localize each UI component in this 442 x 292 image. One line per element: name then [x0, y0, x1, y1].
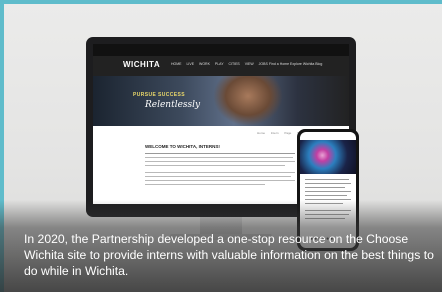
text-line — [145, 172, 295, 174]
site-nav-links[interactable]: HOME LIVE WORK PLAY CITIES VIEW JOBS — [171, 62, 268, 66]
text-line — [145, 180, 295, 182]
hero-tagline: PURSUE SUCCESS — [133, 92, 185, 98]
phone-text-line — [305, 195, 347, 197]
phone-text-line — [305, 191, 351, 193]
text-line — [145, 153, 295, 155]
site-nav-right-links[interactable]: Find a Home Explore Wichita Blog — [269, 62, 322, 66]
text-line — [145, 157, 293, 159]
text-line — [145, 165, 285, 167]
site-top-bar — [93, 44, 349, 56]
page-title: WELCOME TO WICHITA, INTERNS! — [145, 144, 220, 149]
text-line — [145, 176, 291, 178]
text-line — [145, 161, 295, 163]
phone-text-line — [305, 183, 351, 185]
phone-text-line — [305, 187, 345, 189]
hero-photo — [213, 76, 283, 126]
caption-text: In 2020, the Partnership developed a one… — [24, 232, 434, 278]
slide: WICHITA HOME LIVE WORK PLAY CITIES VIEW … — [0, 0, 442, 292]
hero-script-word: Relentlessly — [145, 100, 201, 110]
text-line — [145, 184, 265, 186]
phone-hero-image — [300, 140, 356, 174]
site-logo[interactable]: WICHITA — [123, 60, 160, 69]
phone-text-line — [305, 179, 349, 181]
